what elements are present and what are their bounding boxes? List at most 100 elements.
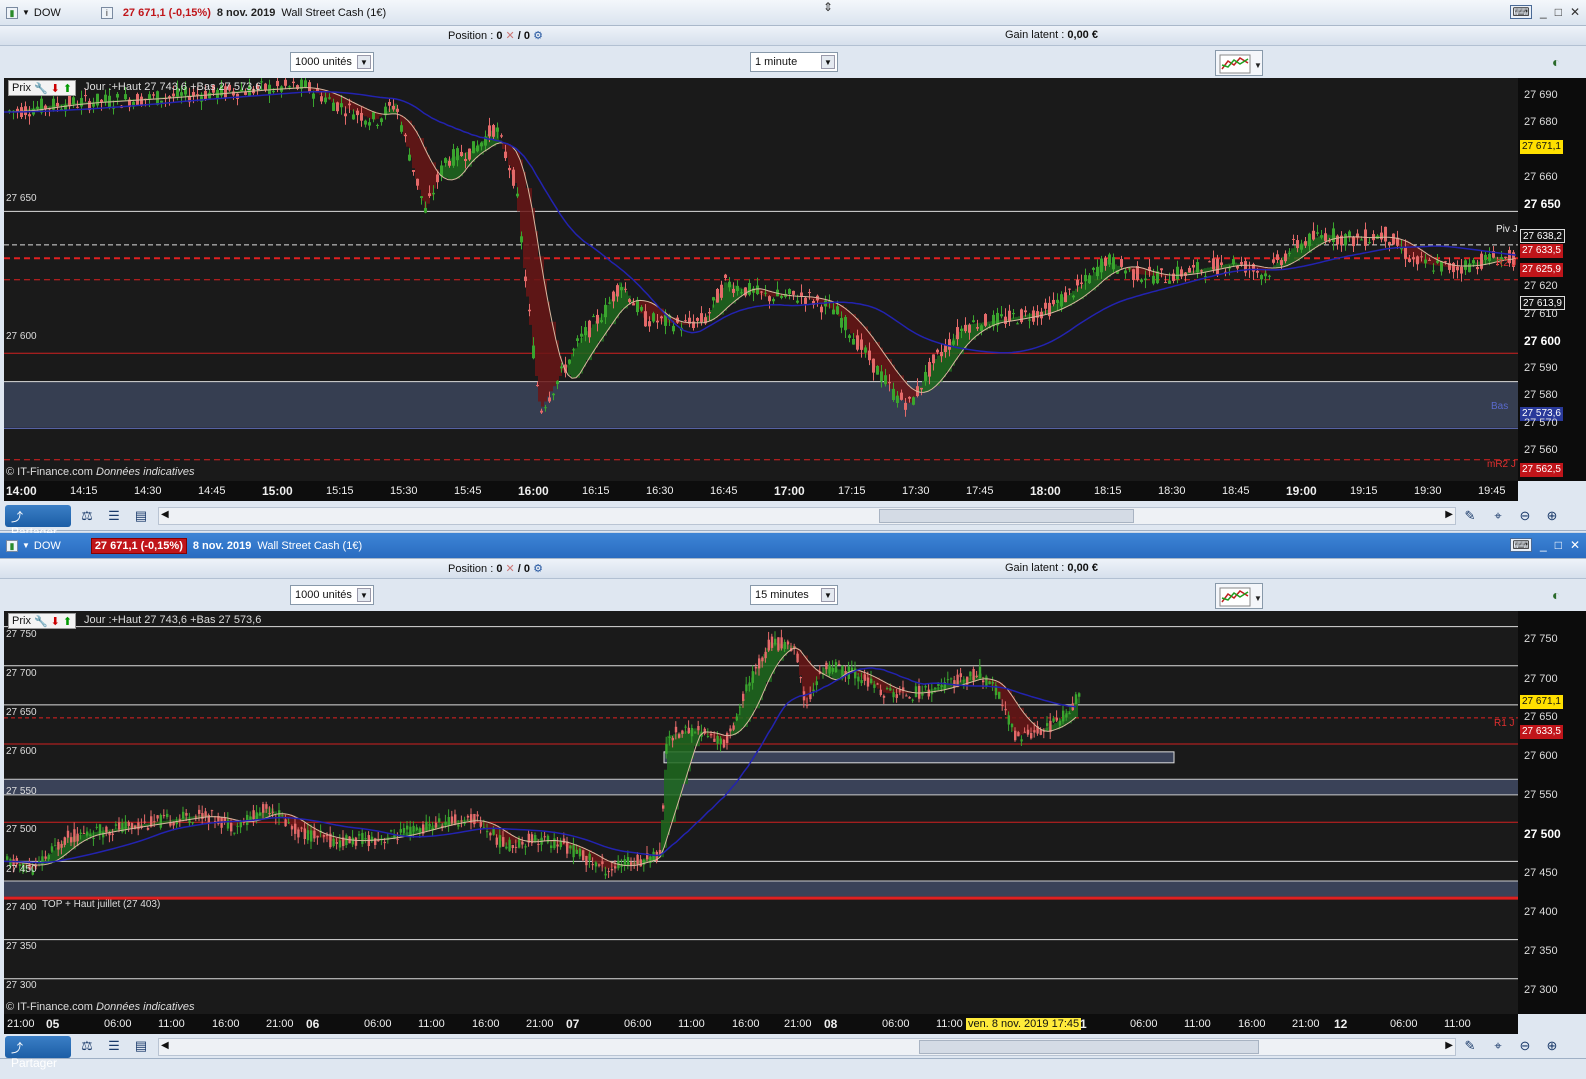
close-position-icon[interactable]: ✕	[506, 30, 515, 42]
candle-body	[808, 292, 811, 294]
order-book-icon[interactable]: ☰	[105, 507, 123, 525]
zoom-in-icon[interactable]: ⊕	[1543, 1037, 1561, 1055]
zoom-out-icon[interactable]: ⊖	[1516, 507, 1534, 525]
delete-indicator-icon[interactable]: ⬇	[51, 82, 60, 95]
scroll-thumb[interactable]	[879, 509, 1134, 523]
instrument-selector[interactable]: ▮ ▼ DOW	[6, 539, 61, 552]
chart-type-button[interactable]: ▼	[1215, 50, 1263, 76]
side-panel-toggle-icon[interactable]: ◐	[1552, 587, 1560, 603]
price-axis[interactable]: 27 750 27 700 27 671,1 27 650 27 633,5 2…	[1518, 611, 1586, 1014]
time-tick: 14:15	[70, 485, 98, 497]
price-chart-area[interactable]: Prix 🔧 ⬇ ⬆ Jour :+Haut 27 743,6 +Bas 27 …	[4, 611, 1518, 1014]
candle-body	[786, 641, 790, 645]
scroll-thumb[interactable]	[919, 1040, 1259, 1054]
wrench-icon[interactable]: 🔧	[34, 82, 48, 95]
order-ticket-icon[interactable]: ⚖	[78, 507, 96, 525]
time-axis[interactable]: 14:00 14:15 14:30 14:45 15:00 15:15 15:30 15:45…	[4, 481, 1518, 501]
date-label: 8 nov. 2019	[192, 539, 252, 552]
candle-body	[420, 196, 423, 198]
candle-body	[297, 829, 300, 838]
time-tick: 08	[824, 1017, 838, 1031]
level-label: 27 550	[6, 786, 37, 797]
price-axis[interactable]: 27 690 27 680 27 671,1 27 660 27 650 27 …	[1518, 78, 1586, 481]
chevron-down-icon[interactable]: ▼	[22, 8, 30, 17]
support-zone	[4, 880, 1518, 897]
close-icon[interactable]: ✕	[1570, 5, 1580, 19]
candle-body	[1124, 270, 1127, 274]
axis-tick: 27 610	[1524, 308, 1558, 320]
chevron-down-icon[interactable]: ▼	[357, 55, 371, 69]
ma-fill	[682, 731, 685, 785]
horizontal-scrollbar[interactable]: ◀ ▶	[158, 507, 1456, 525]
candle-body	[1280, 260, 1283, 266]
wrench-icon[interactable]: 🔧	[34, 615, 48, 628]
zoom-out-icon[interactable]: ⊖	[1516, 1037, 1534, 1055]
scroll-left-icon[interactable]: ◀	[161, 509, 169, 520]
minimize-icon[interactable]: _	[1540, 5, 1547, 19]
settings-gear-icon[interactable]: ⚙	[533, 563, 543, 575]
candle-body	[156, 815, 159, 819]
maximize-icon[interactable]: □	[1555, 5, 1562, 19]
order-book-icon[interactable]: ☰	[105, 1037, 123, 1055]
order-ticket-icon[interactable]: ⚖	[78, 1037, 96, 1055]
candle-body	[898, 690, 902, 692]
resize-handle-icon[interactable]: ⇕	[823, 0, 833, 14]
add-indicator-icon[interactable]: ⬆	[63, 82, 72, 95]
chevron-down-icon[interactable]: ▼	[22, 541, 30, 550]
candle-body	[614, 866, 617, 869]
level-label: 27 750	[6, 629, 37, 640]
chevron-down-icon[interactable]: ▼	[821, 588, 835, 602]
candle-body	[374, 838, 377, 846]
candle-body	[495, 837, 498, 845]
units-select[interactable]: 1000 unités ▼	[290, 52, 374, 72]
close-icon[interactable]: ✕	[1570, 538, 1580, 552]
positions-list-icon[interactable]: ▤	[132, 1037, 150, 1055]
delete-indicator-icon[interactable]: ⬇	[51, 615, 60, 628]
close-position-icon[interactable]: ✕	[506, 563, 515, 575]
gain-info: Gain latent : 0,00 €	[1005, 29, 1098, 41]
price-chart-area[interactable]: Prix 🔧 ⬇ ⬆ Jour :+Haut 27 743,6 +Bas 27 …	[4, 78, 1518, 481]
instrument-selector[interactable]: ▮ ▼ DOW	[6, 6, 61, 19]
timeframe-select[interactable]: 1 minute ▼	[750, 52, 838, 72]
time-axis[interactable]: ven. 8 nov. 2019 17:45 21:00 05 06:00 11:00…	[4, 1014, 1518, 1034]
scroll-left-icon[interactable]: ◀	[161, 1040, 169, 1051]
chart-type-button[interactable]: ▼	[1215, 583, 1263, 609]
crosshair-zoom-icon[interactable]: ⌖	[1489, 1037, 1507, 1055]
minimize-icon[interactable]: _	[1540, 538, 1547, 552]
zoom-in-icon[interactable]: ⊕	[1543, 507, 1561, 525]
candle-body	[118, 822, 121, 830]
share-button[interactable]: ⤴ Partager	[5, 1036, 71, 1070]
crosshair-zoom-icon[interactable]: ⌖	[1489, 507, 1507, 525]
candle-body	[633, 863, 636, 865]
candle-body	[777, 637, 780, 651]
positions-list-icon[interactable]: ▤	[132, 507, 150, 525]
settings-gear-icon[interactable]: ⚙	[533, 30, 543, 42]
horizontal-scrollbar[interactable]: ◀ ▶	[158, 1038, 1456, 1056]
info-icon[interactable]: i	[100, 6, 113, 19]
drawing-tools-icon[interactable]: ✎	[1461, 1037, 1479, 1055]
chevron-down-icon[interactable]: ▼	[357, 588, 371, 602]
chevron-down-icon[interactable]: ▼	[821, 55, 835, 69]
scroll-right-icon[interactable]: ▶	[1445, 1040, 1453, 1051]
candle-body	[166, 813, 169, 818]
maximize-icon[interactable]: □	[1555, 538, 1562, 552]
candle-body	[962, 680, 966, 682]
candle-body	[652, 313, 655, 322]
candle-body	[392, 105, 395, 110]
candle-body	[882, 695, 886, 698]
time-tick: 12	[1334, 1017, 1348, 1031]
ma-fill	[1291, 248, 1294, 264]
share-button[interactable]: ⤴ Partager	[5, 505, 71, 539]
side-panel-toggle-icon[interactable]: ◐	[1552, 54, 1560, 70]
candle-body	[722, 739, 726, 748]
drawing-tools-icon[interactable]: ✎	[1461, 507, 1479, 525]
keyboard-icon[interactable]: ⌨	[1510, 5, 1532, 19]
candle-body	[1076, 279, 1079, 286]
keyboard-icon[interactable]: ⌨	[1510, 538, 1532, 552]
timeframe-select[interactable]: 15 minutes ▼	[750, 585, 838, 605]
scroll-right-icon[interactable]: ▶	[1445, 509, 1453, 520]
units-select[interactable]: 1000 unités ▼	[290, 585, 374, 605]
candle-body	[687, 727, 690, 734]
candle-body	[520, 236, 523, 243]
add-indicator-icon[interactable]: ⬆	[63, 615, 72, 628]
